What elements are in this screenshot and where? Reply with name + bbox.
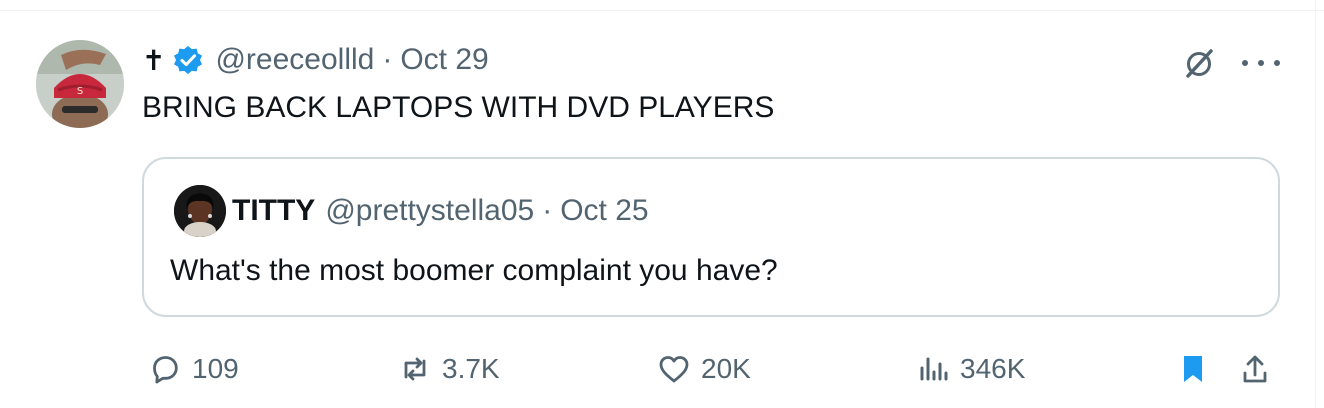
bookmark-icon (1184, 356, 1202, 382)
repost-icon (404, 357, 426, 381)
tweet-header: ✝ @reeceollld · Oct 29 (142, 38, 489, 82)
quoted-tweet-header: TITTY @prettystella05 · Oct 25 (232, 191, 649, 231)
share-icon (1243, 355, 1267, 383)
reply-button[interactable]: 109 (148, 346, 239, 392)
action-bar: 109 3.7K 20K 346K (142, 346, 1282, 392)
repost-count: 3.7K (442, 353, 500, 384)
grok-icon[interactable] (1182, 46, 1216, 80)
views-button[interactable]: 346K (916, 346, 1025, 392)
share-button[interactable] (1238, 346, 1272, 392)
quoted-tweet-text: What's the most boomer complaint you hav… (170, 254, 778, 287)
reply-count: 109 (192, 353, 239, 384)
views-count: 346K (960, 353, 1026, 384)
reply-icon (153, 356, 178, 384)
repost-button[interactable]: 3.7K (398, 346, 500, 392)
quoted-author-display-name[interactable]: TITTY (232, 194, 315, 228)
like-button[interactable]: 20K (657, 346, 751, 392)
quoted-tweet-card[interactable]: TITTY @prettystella05 · Oct 25 What's th… (142, 157, 1280, 317)
quoted-author-handle[interactable]: @prettystella05 (325, 194, 534, 228)
views-icon (920, 357, 948, 381)
right-divider (1315, 0, 1324, 408)
tweet-text: BRING BACK LAPTOPS WITH DVD PLAYERS (142, 91, 775, 124)
header-separator: · (382, 43, 393, 76)
svg-text:S: S (77, 86, 83, 97)
quoted-tweet-date[interactable]: Oct 25 (560, 194, 648, 228)
author-avatar[interactable]: S (36, 40, 124, 128)
top-divider (0, 0, 1324, 11)
tweet-date[interactable]: Oct 29 (400, 43, 488, 77)
quoted-author-avatar[interactable] (174, 185, 226, 237)
author-handle[interactable]: @reeceollld (215, 43, 374, 77)
heart-icon (659, 356, 689, 383)
author-display-name[interactable]: ✝ (142, 44, 165, 77)
bookmark-button[interactable] (1176, 346, 1210, 392)
like-count: 20K (701, 353, 751, 384)
more-icon[interactable] (1242, 46, 1280, 80)
quoted-header-separator: · (542, 194, 553, 227)
verified-badge-icon (173, 45, 203, 75)
